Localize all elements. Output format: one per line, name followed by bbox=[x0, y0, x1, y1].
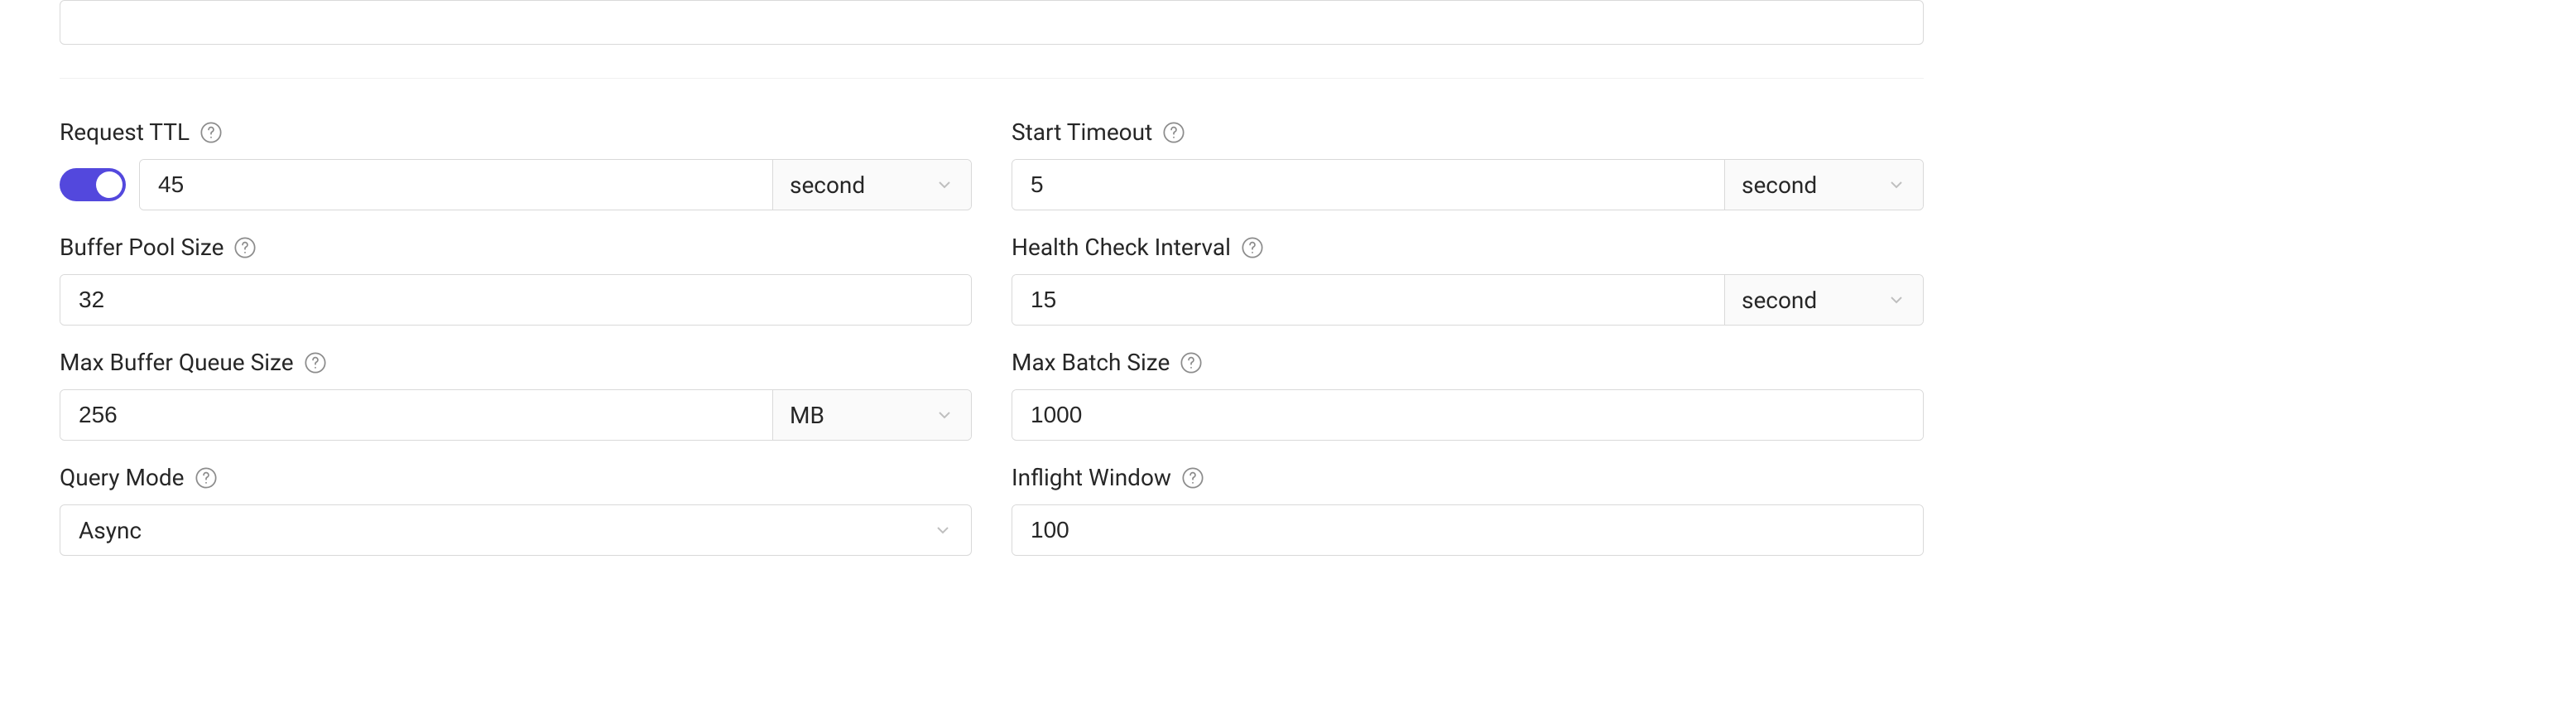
label-row: Query Mode bbox=[60, 464, 972, 491]
field-label: Health Check Interval bbox=[1012, 234, 1231, 261]
health-check-interval-input[interactable] bbox=[1012, 275, 1724, 325]
select-value: Async bbox=[79, 517, 142, 544]
field-max-buffer-queue-size: Max Buffer Queue Size MB bbox=[60, 349, 972, 441]
control-row bbox=[1012, 389, 1924, 441]
help-icon[interactable] bbox=[1241, 236, 1264, 259]
request-ttl-unit-select[interactable]: second bbox=[772, 160, 971, 210]
field-query-mode: Query Mode Async bbox=[60, 464, 972, 556]
control-row: MB bbox=[60, 389, 972, 441]
field-start-timeout: Start Timeout second bbox=[1012, 118, 1924, 210]
help-icon[interactable] bbox=[1181, 466, 1204, 490]
input-group: second bbox=[139, 159, 972, 210]
field-max-batch-size: Max Batch Size bbox=[1012, 349, 1924, 441]
input-group bbox=[1012, 389, 1924, 441]
chevron-down-icon bbox=[933, 520, 953, 540]
select-value: second bbox=[1742, 287, 1817, 314]
control-row bbox=[60, 274, 972, 326]
select-value: MB bbox=[790, 402, 824, 429]
textarea-above[interactable] bbox=[60, 0, 1924, 45]
control-row: second bbox=[1012, 274, 1924, 326]
help-icon[interactable] bbox=[233, 236, 257, 259]
help-icon[interactable] bbox=[1180, 351, 1203, 374]
control-row: second bbox=[1012, 159, 1924, 210]
label-row: Buffer Pool Size bbox=[60, 234, 972, 261]
input-group: second bbox=[1012, 274, 1924, 326]
inflight-window-input[interactable] bbox=[1012, 505, 1923, 555]
input-group bbox=[1012, 504, 1924, 556]
field-inflight-window: Inflight Window bbox=[1012, 464, 1924, 556]
chevron-down-icon bbox=[935, 175, 954, 195]
field-label: Query Mode bbox=[60, 464, 185, 491]
chevron-down-icon bbox=[935, 405, 954, 425]
control-row: second bbox=[60, 159, 972, 210]
field-health-check-interval: Health Check Interval second bbox=[1012, 234, 1924, 326]
label-row: Max Batch Size bbox=[1012, 349, 1924, 376]
help-icon[interactable] bbox=[195, 466, 218, 490]
field-label: Max Batch Size bbox=[1012, 349, 1170, 376]
label-row: Start Timeout bbox=[1012, 118, 1924, 146]
start-timeout-input[interactable] bbox=[1012, 160, 1724, 210]
input-group bbox=[60, 274, 972, 326]
max-batch-size-input[interactable] bbox=[1012, 390, 1923, 440]
toggle-knob bbox=[96, 171, 123, 198]
input-group: second bbox=[1012, 159, 1924, 210]
label-row: Max Buffer Queue Size bbox=[60, 349, 972, 376]
health-check-interval-unit-select[interactable]: second bbox=[1724, 275, 1923, 325]
request-ttl-toggle[interactable] bbox=[60, 168, 126, 201]
label-row: Request TTL bbox=[60, 118, 972, 146]
start-timeout-unit-select[interactable]: second bbox=[1724, 160, 1923, 210]
chevron-down-icon bbox=[1886, 290, 1906, 310]
max-buffer-queue-size-input[interactable] bbox=[60, 390, 772, 440]
field-label: Inflight Window bbox=[1012, 464, 1171, 491]
buffer-pool-size-input[interactable] bbox=[60, 275, 971, 325]
control-row: Async bbox=[60, 504, 972, 556]
help-icon[interactable] bbox=[304, 351, 327, 374]
field-label: Request TTL bbox=[60, 118, 190, 146]
field-label: Start Timeout bbox=[1012, 118, 1152, 146]
help-icon[interactable] bbox=[199, 121, 223, 144]
help-icon[interactable] bbox=[1162, 121, 1185, 144]
input-group: MB bbox=[60, 389, 972, 441]
max-buffer-queue-size-unit-select[interactable]: MB bbox=[772, 390, 971, 440]
field-buffer-pool-size: Buffer Pool Size bbox=[60, 234, 972, 326]
field-label: Max Buffer Queue Size bbox=[60, 349, 294, 376]
label-row: Inflight Window bbox=[1012, 464, 1924, 491]
section-divider bbox=[60, 78, 1924, 79]
field-label: Buffer Pool Size bbox=[60, 234, 223, 261]
select-value: second bbox=[790, 171, 865, 199]
label-row: Health Check Interval bbox=[1012, 234, 1924, 261]
select-value: second bbox=[1742, 171, 1817, 199]
settings-form: Request TTL second bbox=[60, 118, 1924, 556]
query-mode-select[interactable]: Async bbox=[60, 504, 972, 556]
control-row bbox=[1012, 504, 1924, 556]
request-ttl-input[interactable] bbox=[140, 160, 772, 210]
chevron-down-icon bbox=[1886, 175, 1906, 195]
field-request-ttl: Request TTL second bbox=[60, 118, 972, 210]
